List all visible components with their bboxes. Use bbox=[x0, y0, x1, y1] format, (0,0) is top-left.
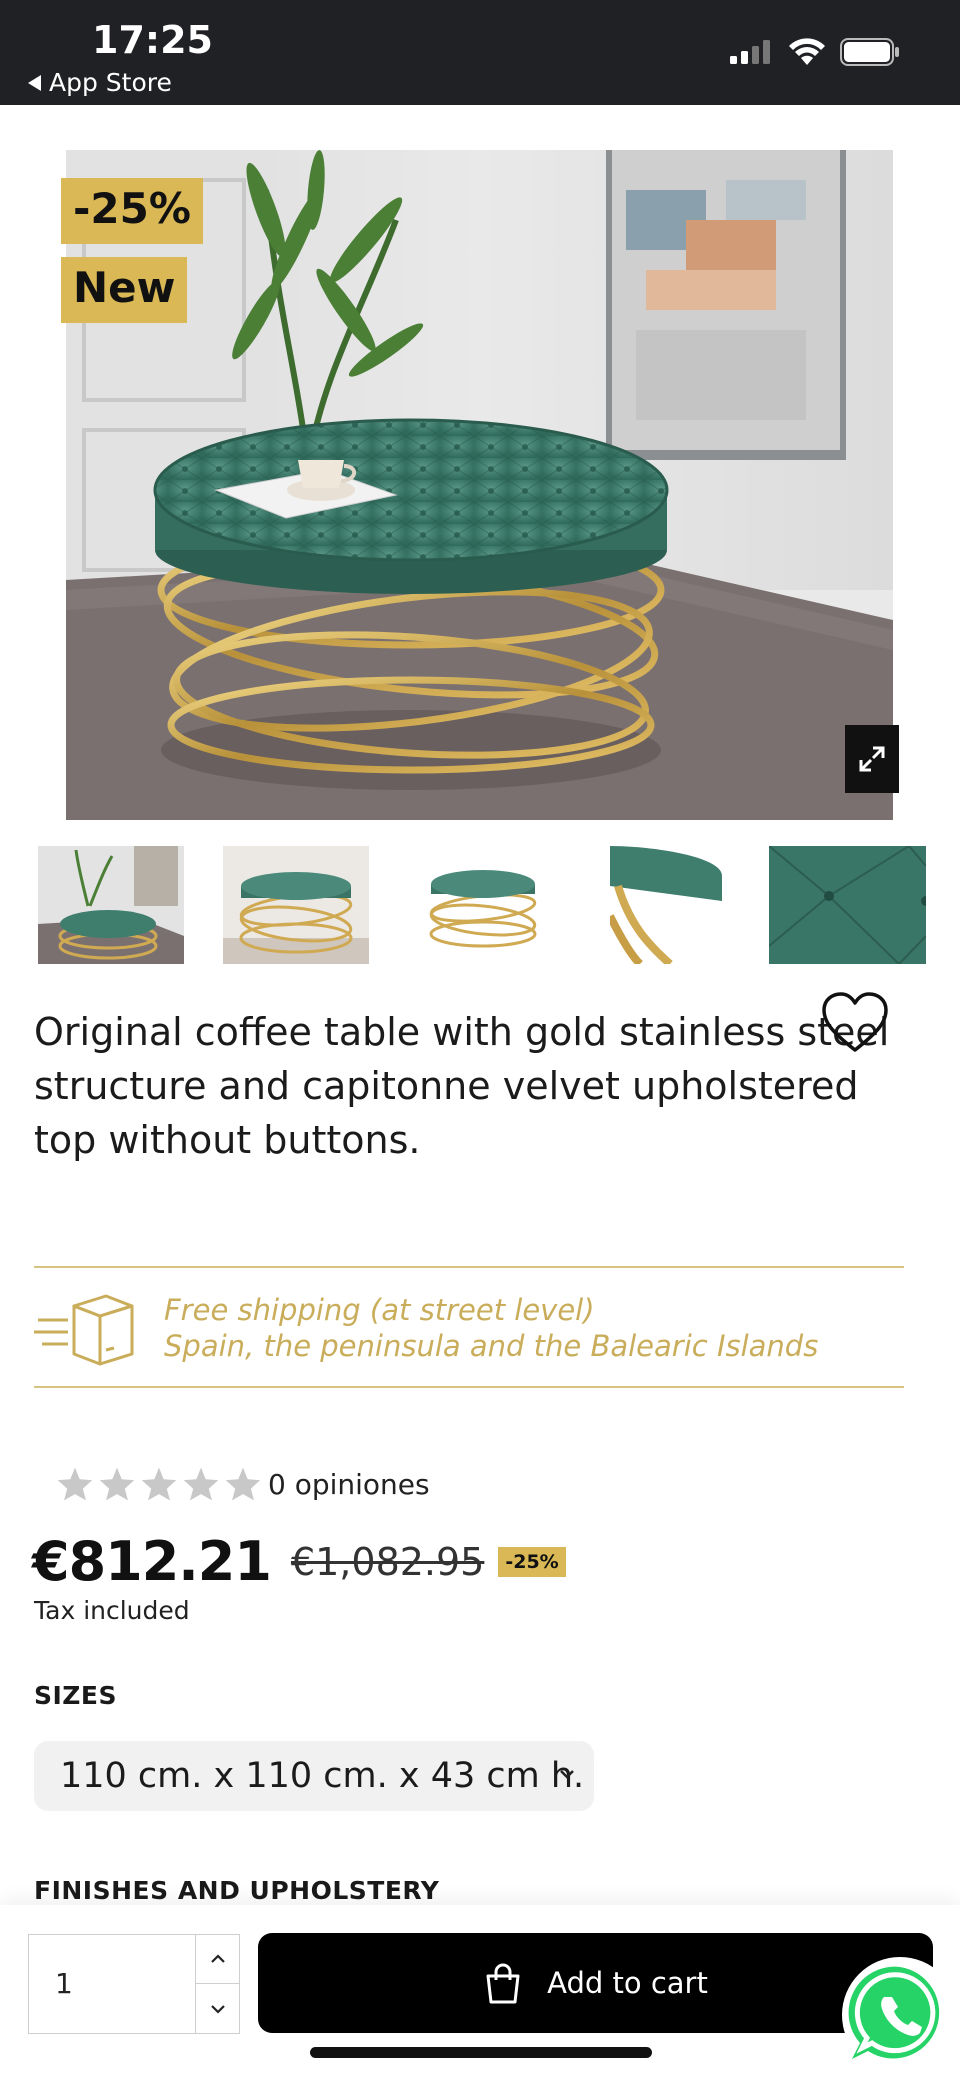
new-badge: New bbox=[61, 257, 188, 323]
thumbnail-2[interactable] bbox=[223, 846, 369, 964]
tax-note: Tax included bbox=[34, 1596, 190, 1625]
product-main-image[interactable] bbox=[66, 150, 893, 820]
size-selected-value: 110 cm. x 110 cm. x 43 cm h. bbox=[60, 1756, 585, 1796]
shopping-bag-icon bbox=[486, 1963, 520, 2004]
star-icon bbox=[183, 1467, 219, 1501]
fullscreen-button[interactable] bbox=[845, 725, 899, 793]
reviews-count[interactable]: 0 opiniones bbox=[268, 1468, 430, 1501]
price-block: €812.21 €1,082.95 -25% bbox=[32, 1530, 566, 1593]
coffee-table-photo bbox=[66, 150, 893, 820]
size-select[interactable]: 110 cm. x 110 cm. x 43 cm h. bbox=[34, 1741, 594, 1811]
wifi-icon bbox=[789, 38, 825, 65]
star-icon bbox=[57, 1467, 93, 1501]
status-time: 17:25 bbox=[92, 18, 213, 62]
quantity-stepper[interactable]: 1 bbox=[28, 1934, 240, 2034]
star-icon bbox=[225, 1467, 261, 1501]
thumbnail-4[interactable] bbox=[610, 846, 722, 964]
sizes-heading: SIZES bbox=[34, 1681, 118, 1710]
whatsapp-icon bbox=[842, 1957, 958, 2073]
discount-badge: -25% bbox=[61, 178, 203, 244]
free-shipping-banner: Free shipping (at street level) Spain, t… bbox=[34, 1266, 904, 1388]
expand-icon bbox=[859, 746, 885, 772]
star-icon bbox=[99, 1467, 135, 1501]
shipping-line-2: Spain, the peninsula and the Balearic Is… bbox=[164, 1329, 819, 1363]
back-arrow-icon bbox=[28, 74, 41, 91]
add-to-cart-button[interactable]: Add to cart bbox=[258, 1933, 933, 2033]
thumbnail-strip bbox=[38, 846, 928, 964]
chevron-down-icon bbox=[560, 1770, 574, 1779]
chevron-up-icon bbox=[210, 1954, 225, 1963]
product-description: Original coffee table with gold stainles… bbox=[34, 1010, 890, 1162]
thumbnail-3[interactable] bbox=[410, 846, 556, 964]
quantity-increase-button[interactable] bbox=[195, 1935, 239, 1984]
quantity-value[interactable]: 1 bbox=[55, 1967, 73, 2000]
home-indicator bbox=[310, 2047, 652, 2058]
signal-icon bbox=[730, 40, 770, 64]
old-price: €1,082.95 bbox=[290, 1539, 485, 1584]
quantity-decrease-button[interactable] bbox=[195, 1984, 239, 2033]
heart-icon bbox=[822, 992, 888, 1052]
current-price: €812.21 bbox=[32, 1530, 272, 1593]
chevron-down-icon bbox=[210, 2004, 225, 2014]
back-label: App Store bbox=[49, 68, 172, 97]
add-to-cart-label: Add to cart bbox=[547, 1966, 708, 2000]
shipping-line-1: Free shipping (at street level) bbox=[164, 1293, 595, 1327]
status-bar: 17:25 App Store bbox=[0, 0, 960, 105]
finishes-heading: FINISHES AND UPHOLSTERY bbox=[34, 1876, 440, 1905]
shipping-text: Free shipping (at street level) Spain, t… bbox=[164, 1292, 818, 1364]
status-icons bbox=[730, 38, 900, 66]
thumbnail-1[interactable] bbox=[38, 846, 184, 964]
star-icon bbox=[141, 1467, 177, 1501]
whatsapp-chat-button[interactable] bbox=[838, 1955, 958, 2075]
price-discount-badge: -25% bbox=[498, 1546, 566, 1577]
shipping-box-icon bbox=[34, 1294, 134, 1366]
thumbnail-5[interactable] bbox=[769, 846, 926, 964]
wishlist-button[interactable] bbox=[820, 990, 890, 1054]
back-to-app-store[interactable]: App Store bbox=[28, 68, 172, 97]
battery-icon bbox=[840, 38, 899, 66]
rating-stars bbox=[56, 1466, 262, 1502]
product-rating[interactable]: 0 opiniones bbox=[56, 1466, 430, 1502]
